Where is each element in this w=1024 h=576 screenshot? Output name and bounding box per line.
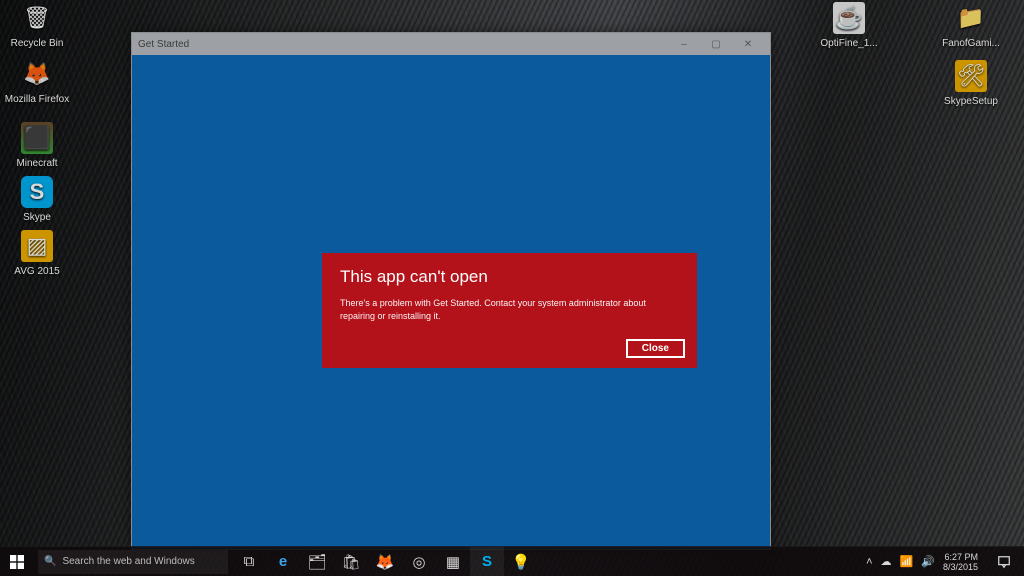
maximize-button[interactable]: ▢ xyxy=(700,33,732,55)
clock[interactable]: 6:27 PM 8/3/2015 xyxy=(943,552,982,572)
system-tray: ˄ ☁ 📶 🔊 6:27 PM 8/3/2015 xyxy=(860,547,1024,576)
minecraft-taskbar-icon[interactable]: ▦ xyxy=(436,547,470,576)
clock-date: 8/3/2015 xyxy=(943,562,978,572)
skype-taskbar-icon[interactable]: S xyxy=(470,547,504,576)
search-icon: 🔍 xyxy=(44,556,56,567)
volume-icon[interactable]: 🔊 xyxy=(921,555,935,568)
clock-time: 6:27 PM xyxy=(943,552,978,562)
edge-icon[interactable]: e xyxy=(266,547,300,576)
window-title: Get Started xyxy=(138,39,189,50)
chrome-icon[interactable]: ◎ xyxy=(402,547,436,576)
firefox-taskbar-icon[interactable]: 🦊 xyxy=(368,547,402,576)
minimize-button[interactable]: – xyxy=(668,33,700,55)
tray-chevron-icon[interactable]: ˄ xyxy=(866,556,872,568)
start-button[interactable] xyxy=(0,547,34,576)
explorer-icon[interactable]: 🗂 xyxy=(300,547,334,576)
store-icon[interactable]: 🛍 xyxy=(334,547,368,576)
error-heading: This app can't open xyxy=(340,267,679,287)
get-started-window: Get Started – ▢ ✕ This app can't open Th… xyxy=(131,32,771,550)
search-placeholder: Search the web and Windows xyxy=(62,556,194,567)
window-body: This app can't open There's a problem wi… xyxy=(132,55,770,549)
error-close-button[interactable]: Close xyxy=(626,339,685,358)
error-panel: This app can't open There's a problem wi… xyxy=(322,253,697,368)
taskbar: 🔍 Search the web and Windows ⧉ e 🗂 🛍 🦊 ◎… xyxy=(0,546,1024,576)
onedrive-icon[interactable]: ☁ xyxy=(881,555,892,568)
action-center-icon[interactable] xyxy=(990,547,1018,576)
titlebar[interactable]: Get Started – ▢ ✕ xyxy=(132,33,770,55)
task-view-icon[interactable]: ⧉ xyxy=(232,547,266,576)
error-body: There's a problem with Get Started. Cont… xyxy=(340,297,679,323)
search-box[interactable]: 🔍 Search the web and Windows xyxy=(38,550,228,574)
network-icon[interactable]: 📶 xyxy=(900,555,914,568)
close-window-button[interactable]: ✕ xyxy=(732,33,764,55)
tips-icon[interactable]: 💡 xyxy=(504,547,538,576)
